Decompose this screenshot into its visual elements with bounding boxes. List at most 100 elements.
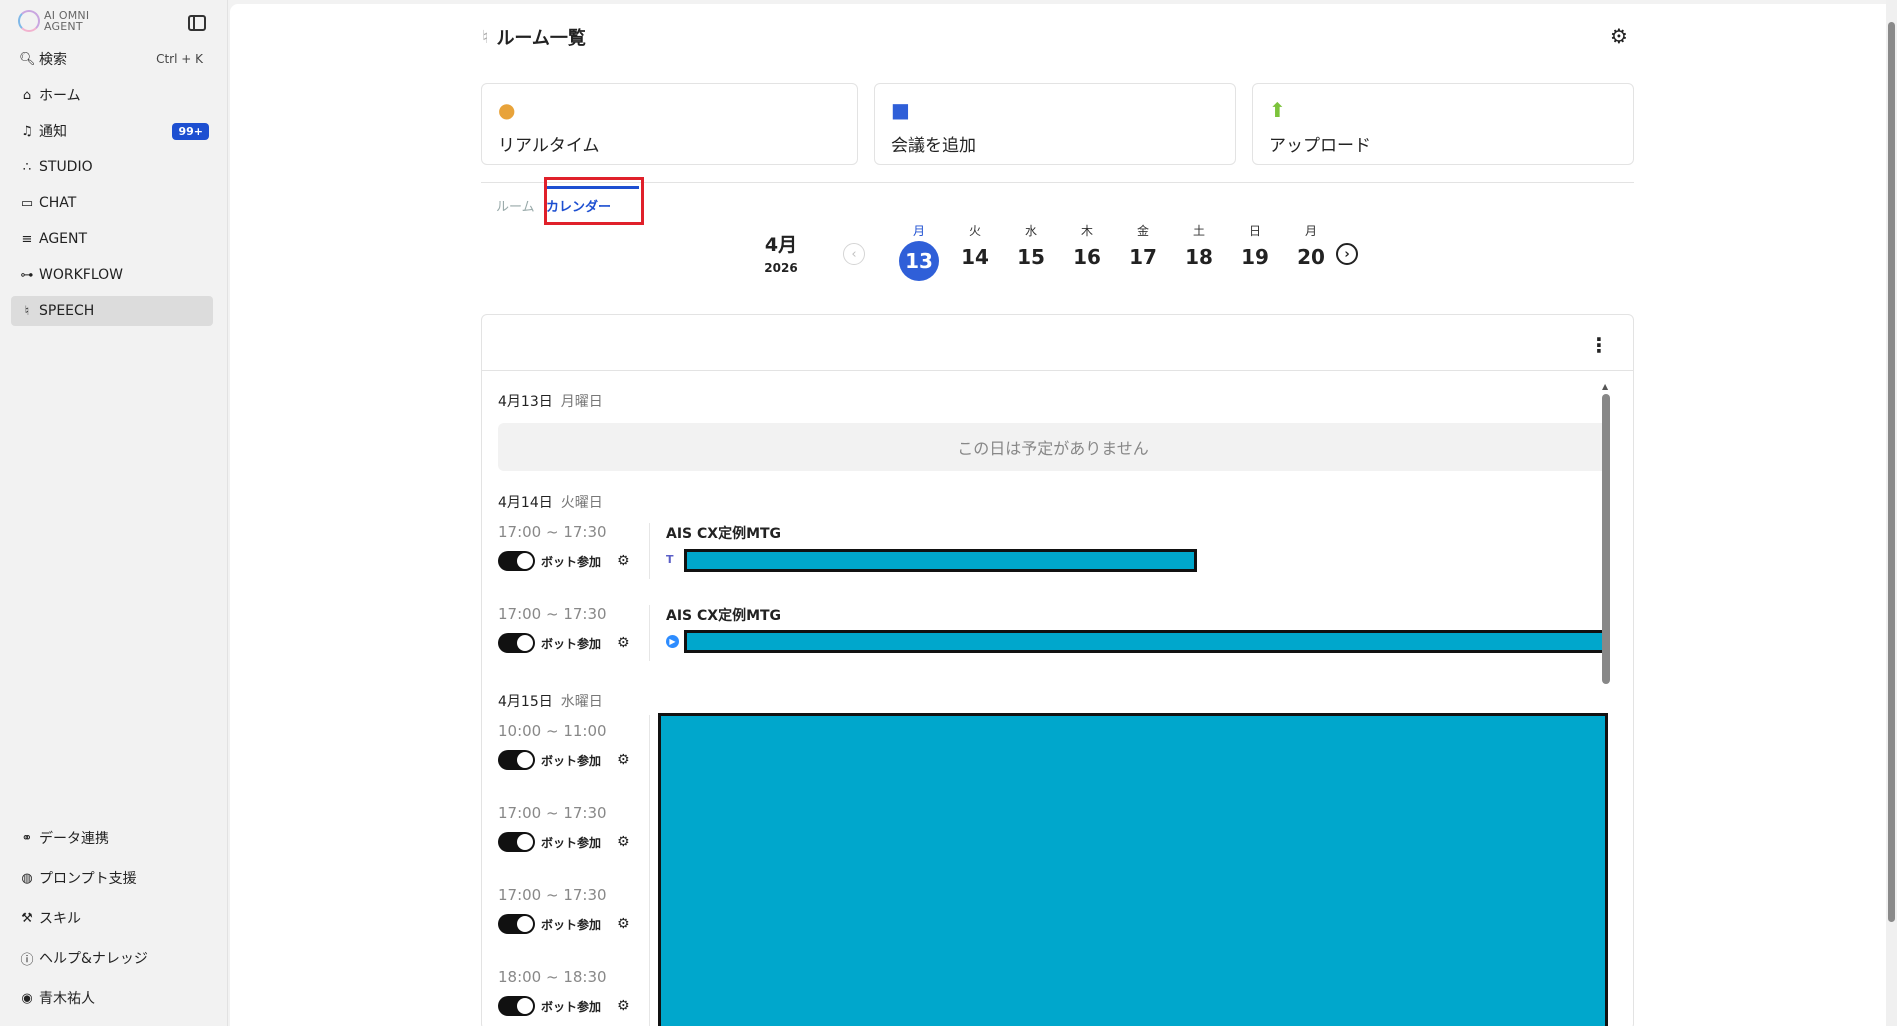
bot-join-toggle[interactable] [498, 750, 535, 770]
sidebar-item-help[interactable]: ⓘ ヘルプ&ナレッジ [11, 943, 213, 973]
bot-join-row: ボット参加 ⚙ [498, 996, 630, 1016]
day-cell[interactable]: 月 13 [897, 222, 941, 281]
event-time: 17:00 ~ 17:30 [498, 605, 607, 623]
day-of-week: 水 [1024, 224, 1037, 238]
sidebar-item-workflow[interactable]: ⊶ WORKFLOW [11, 260, 213, 290]
year-label: 2026 [764, 261, 798, 275]
event-divider [649, 605, 650, 661]
day-number: 14 [961, 245, 989, 269]
day-of-week: 木 [1080, 224, 1093, 238]
tab-room[interactable]: ルーム [496, 196, 535, 215]
prev-week-chevron-icon[interactable]: ‹ [843, 243, 865, 265]
sidebar-item-notifications[interactable]: ♫ 通知 99+ [11, 116, 213, 146]
bot-join-row: ボット参加 ⚙ [498, 633, 630, 653]
bot-join-row: ボット参加 ⚙ [498, 914, 630, 934]
logo-text: AI OMNI AGENT [44, 9, 90, 33]
sidebar-item-agent[interactable]: ≡ AGENT [11, 224, 213, 254]
gear-icon[interactable]: ⚙ [617, 834, 630, 850]
day-cell[interactable]: 日 19 [1233, 222, 1277, 269]
video-camera-icon: ■ [891, 98, 910, 122]
realtime-card[interactable]: ● リアルタイム [481, 83, 858, 165]
event-time: 17:00 ~ 17:30 [498, 804, 607, 822]
sidebar-item-label: ホーム [39, 88, 81, 104]
event-title[interactable]: AIS CX定例MTG [666, 523, 781, 543]
event-time: 18:00 ~ 18:30 [498, 968, 607, 986]
sidebar-item-skills[interactable]: ⚒ スキル [11, 903, 213, 933]
add-meeting-card[interactable]: ■ 会議を追加 [874, 83, 1236, 165]
event-time: 17:00 ~ 17:30 [498, 523, 607, 541]
gear-icon[interactable]: ⚙ [617, 916, 630, 932]
app-logo[interactable]: AI OMNI AGENT [18, 10, 89, 32]
gear-icon[interactable]: ⚙ [617, 752, 630, 768]
settings-gear-icon[interactable]: ⚙ [1610, 24, 1628, 48]
sidebar-item-studio[interactable]: ∴ STUDIO [11, 152, 213, 182]
sidebar-toggle-icon[interactable] [188, 15, 206, 31]
event-time: 17:00 ~ 17:30 [498, 886, 607, 904]
add-meeting-label: 会議を追加 [891, 136, 976, 156]
zoom-icon: ▶ [666, 635, 679, 648]
user-icon: ◉ [21, 990, 33, 1006]
gear-icon[interactable]: ⚙ [617, 635, 630, 651]
bell-icon: ♫ [21, 123, 33, 139]
help-icon: ⓘ [20, 952, 34, 968]
day-cell[interactable]: 水 15 [1009, 222, 1053, 269]
upload-card[interactable]: ⬆ アップロード [1252, 83, 1634, 165]
day-of-week: 土 [1192, 224, 1205, 238]
bot-join-label: ボット参加 [541, 753, 602, 768]
upload-arrow-icon: ⬆ [1269, 98, 1286, 122]
sidebar-item-prompt-support[interactable]: ◍ プロンプト支援 [11, 863, 213, 893]
bot-join-toggle[interactable] [498, 914, 535, 934]
sidebar-item-data-integration[interactable]: ⚭ データ連携 [11, 823, 213, 853]
bot-join-label: ボット参加 [541, 835, 602, 850]
bot-join-toggle[interactable] [498, 633, 535, 653]
sidebar: AI OMNI AGENT 🔍︎ 検索 Ctrl + K ⌂ ホーム ♫ 通知 … [0, 0, 228, 1026]
day-cell[interactable]: 金 17 [1121, 222, 1165, 269]
window-scrollbar[interactable] [1886, 0, 1897, 1026]
sidebar-item-chat[interactable]: ▭ CHAT [11, 188, 213, 218]
day-cell[interactable]: 月 20 [1289, 222, 1333, 269]
bot-join-label: ボット参加 [541, 999, 602, 1014]
sidebar-item-user[interactable]: ◉ 青木祐人 [11, 983, 213, 1013]
bot-join-label: ボット参加 [541, 554, 602, 569]
notification-badge: 99+ [172, 122, 209, 140]
home-icon: ⌂ [22, 87, 32, 103]
upload-label: アップロード [1269, 136, 1371, 156]
day-number: 13 [899, 241, 939, 281]
redacted-block [684, 549, 1197, 572]
event-title[interactable]: AIS CX定例MTG [666, 605, 781, 625]
scroll-up-icon[interactable]: ▲ [1602, 382, 1608, 391]
date-header: 4月13日 月曜日 [498, 394, 603, 410]
day-cell[interactable]: 土 18 [1177, 222, 1221, 269]
sidebar-item-label: スキル [39, 911, 81, 927]
gear-icon[interactable]: ⚙ [617, 998, 630, 1014]
microphone-icon: ● [498, 98, 516, 122]
next-week-chevron-icon[interactable]: › [1336, 243, 1358, 265]
bot-join-toggle[interactable] [498, 996, 535, 1016]
bot-join-toggle[interactable] [498, 832, 535, 852]
day-number: 16 [1073, 245, 1101, 269]
sidebar-item-label: 通知 [39, 124, 67, 140]
sidebar-item-label: 検索 [39, 52, 67, 68]
day-number: 18 [1185, 245, 1213, 269]
gear-icon[interactable]: ⚙ [617, 553, 630, 569]
sidebar-item-label: プロンプト支援 [39, 871, 137, 887]
sidebar-search[interactable]: 🔍︎ 検索 Ctrl + K [11, 44, 213, 74]
sidebar-item-label: CHAT [39, 195, 77, 211]
scroll-thumb[interactable] [1602, 394, 1610, 684]
link-icon: ⚭ [21, 830, 33, 846]
day-of-week: 金 [1136, 224, 1149, 238]
panel-scrollbar[interactable]: ▲ [1602, 382, 1610, 1022]
sidebar-item-speech[interactable]: ♮ SPEECH [11, 296, 213, 326]
sidebar-item-home[interactable]: ⌂ ホーム [11, 80, 213, 110]
day-cell[interactable]: 火 14 [953, 222, 997, 269]
month-label: 4月 2026 [756, 230, 806, 275]
redacted-block [684, 630, 1607, 653]
day-number: 20 [1297, 245, 1325, 269]
more-options-icon[interactable]: ⋮ [1589, 333, 1609, 357]
bot-join-toggle[interactable] [498, 551, 535, 571]
window-scroll-thumb[interactable] [1888, 22, 1895, 922]
day-cell[interactable]: 木 16 [1065, 222, 1109, 269]
event-divider [649, 523, 650, 579]
bot-join-label: ボット参加 [541, 636, 602, 651]
day-number: 19 [1241, 245, 1269, 269]
